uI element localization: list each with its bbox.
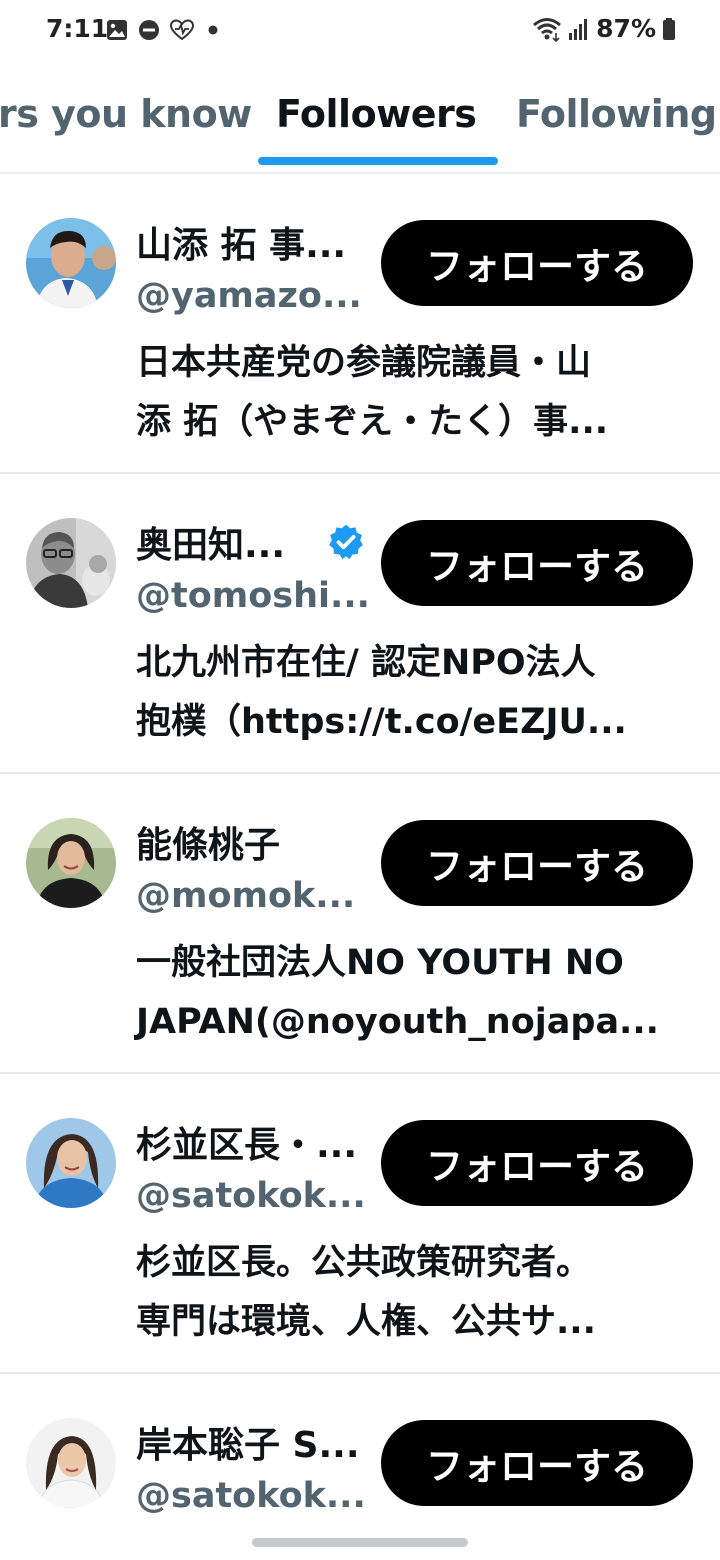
verified-badge-icon bbox=[329, 524, 363, 559]
wifi-icon bbox=[533, 17, 562, 42]
user-name[interactable]: 奥田知... bbox=[136, 516, 285, 568]
user-bio: 日本共産党の参議院議員・山 添 拓（やまぞえ・たく）事... bbox=[136, 334, 696, 452]
user-row[interactable]: 山添 拓 事... @yamazo... フォローする 日本共産党の参議院議員・… bbox=[0, 174, 720, 474]
avatar[interactable] bbox=[26, 1118, 116, 1208]
active-tab-indicator bbox=[258, 157, 498, 165]
status-time: 7:11 bbox=[46, 14, 109, 43]
user-bio: 杉並区長。公共政策研究者。 専門は環境、人権、公共サ... bbox=[136, 1234, 696, 1352]
follow-button[interactable]: フォローする bbox=[381, 520, 693, 606]
avatar[interactable] bbox=[26, 518, 116, 608]
status-bar: 7:11 87% bbox=[0, 0, 720, 60]
name-line: 山添 拓 事... bbox=[136, 216, 346, 268]
bio-line: 一般社団法人NO YOUTH NO bbox=[136, 943, 624, 983]
user-row[interactable]: 能條桃子 @momok... フォローする 一般社団法人NO YOUTH NO … bbox=[0, 774, 720, 1074]
dnd-icon bbox=[139, 20, 159, 40]
user-handle[interactable]: @momok... bbox=[136, 876, 355, 916]
tab-followers-you-know[interactable]: rs you know bbox=[0, 92, 252, 136]
user-name[interactable]: 能條桃子 bbox=[136, 816, 280, 868]
heart-monitor-icon bbox=[170, 19, 194, 41]
user-handle[interactable]: @tomoshi... bbox=[136, 576, 370, 616]
follow-button[interactable]: フォローする bbox=[381, 1120, 693, 1206]
user-row[interactable]: 岸本聡子 S... @satokok... フォローする bbox=[0, 1374, 720, 1560]
signal-icon bbox=[569, 18, 588, 40]
user-bio: 一般社団法人NO YOUTH NO JAPAN(@noyouth_nojapa.… bbox=[136, 934, 696, 1052]
status-right: 87% bbox=[532, 14, 676, 43]
name-line: 杉並区長・... bbox=[136, 1116, 357, 1168]
bio-line: 抱樸（https://t.co/eEZJU... bbox=[136, 702, 627, 742]
user-name[interactable]: 杉並区長・... bbox=[136, 1116, 357, 1168]
follow-button[interactable]: フォローする bbox=[381, 820, 693, 906]
name-line: 奥田知... bbox=[136, 516, 365, 568]
tab-followers[interactable]: Followers bbox=[276, 92, 477, 136]
user-handle[interactable]: @yamazo... bbox=[136, 276, 362, 316]
bio-line: 北九州市在住/ 認定NPO法人 bbox=[136, 643, 596, 683]
bio-line: 添 拓（やまぞえ・たく）事... bbox=[136, 402, 609, 442]
name-line: 岸本聡子 S... bbox=[136, 1416, 360, 1468]
user-name[interactable]: 山添 拓 事... bbox=[136, 216, 346, 268]
user-handle[interactable]: @satokok... bbox=[136, 1176, 366, 1216]
follow-button[interactable]: フォローする bbox=[381, 1420, 693, 1506]
notification-icons bbox=[106, 16, 218, 44]
bio-line: JAPAN(@noyouth_nojapa... bbox=[136, 1002, 659, 1042]
bio-line: 専門は環境、人権、公共サ... bbox=[136, 1302, 596, 1342]
user-bio: 北九州市在住/ 認定NPO法人 抱樸（https://t.co/eEZJU... bbox=[136, 634, 696, 752]
bio-line: 杉並区長。公共政策研究者。 bbox=[136, 1243, 592, 1283]
avatar[interactable] bbox=[26, 1418, 116, 1508]
image-icon bbox=[107, 20, 127, 40]
dot-icon bbox=[208, 25, 218, 35]
avatar[interactable] bbox=[26, 818, 116, 908]
name-line: 能條桃子 bbox=[136, 816, 280, 868]
follow-button[interactable]: フォローする bbox=[381, 220, 693, 306]
user-row[interactable]: 奥田知... @tomoshi... フォローする 北九州市在住/ 認定NPO法… bbox=[0, 474, 720, 774]
profile-tabs: rs you know Followers Following bbox=[0, 60, 720, 168]
user-handle[interactable]: @satokok... bbox=[136, 1476, 366, 1516]
avatar[interactable] bbox=[26, 218, 116, 308]
bio-line: 日本共産党の参議院議員・山 bbox=[136, 343, 592, 383]
battery-icon bbox=[663, 17, 675, 40]
home-indicator[interactable] bbox=[252, 1538, 468, 1547]
tab-following[interactable]: Following bbox=[516, 92, 717, 136]
battery-percent: 87% bbox=[596, 14, 656, 43]
user-row[interactable]: 杉並区長・... @satokok... フォローする 杉並区長。公共政策研究者… bbox=[0, 1074, 720, 1374]
user-name[interactable]: 岸本聡子 S... bbox=[136, 1416, 360, 1468]
